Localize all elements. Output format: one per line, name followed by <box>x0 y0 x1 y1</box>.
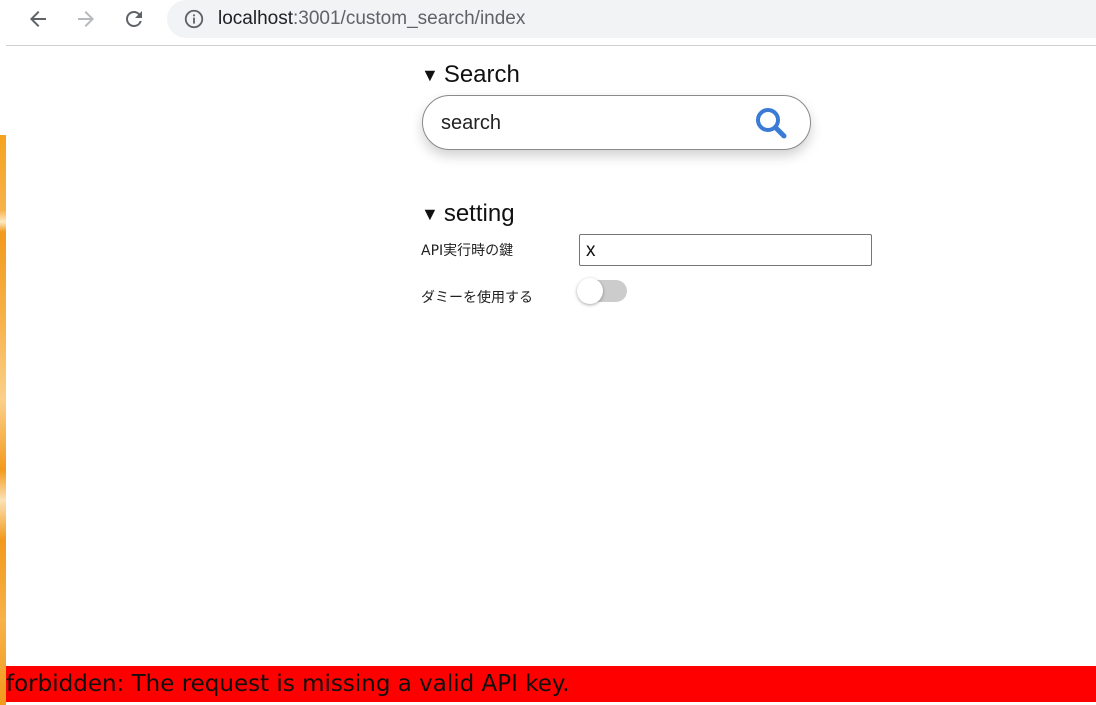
dummy-toggle[interactable] <box>577 278 627 304</box>
url-text[interactable]: localhost:3001/custom_search/index <box>218 8 525 30</box>
dummy-toggle-label: ダミーを使用する <box>421 290 533 306</box>
forward-button[interactable] <box>70 3 102 35</box>
desktop-background-edge <box>0 0 6 705</box>
setting-section-title: setting <box>443 200 515 227</box>
url-path: :3001/custom_search/index <box>293 8 526 29</box>
disclosure-triangle-icon: ▼ <box>421 65 439 85</box>
api-key-input[interactable] <box>579 234 872 266</box>
search-box <box>422 95 811 150</box>
error-message: forbidden: The request is missing a vali… <box>6 666 1096 702</box>
browser-toolbar: localhost:3001/custom_search/index <box>6 0 1096 46</box>
info-icon[interactable] <box>183 8 205 30</box>
arrow-right-icon <box>78 11 94 27</box>
address-bar[interactable]: localhost:3001/custom_search/index <box>167 0 1096 38</box>
toggle-knob <box>577 278 603 304</box>
search-section-title: Search <box>443 61 520 88</box>
reload-button[interactable] <box>118 3 150 35</box>
reload-icon <box>126 10 142 27</box>
url-host: localhost <box>218 8 293 29</box>
arrow-left-icon <box>30 11 46 27</box>
search-section-toggle[interactable]: ▼ Search <box>421 58 921 92</box>
disclosure-triangle-icon: ▼ <box>421 204 439 224</box>
setting-section-toggle[interactable]: ▼ setting <box>421 197 515 231</box>
search-icon[interactable] <box>754 106 788 140</box>
api-key-label: API実行時の鍵 <box>421 243 514 259</box>
back-button[interactable] <box>22 3 54 35</box>
search-input[interactable] <box>441 110 741 136</box>
main-content: ▼Search ▼setting API実行時の鍵 ダミーを使用する <box>421 58 921 306</box>
